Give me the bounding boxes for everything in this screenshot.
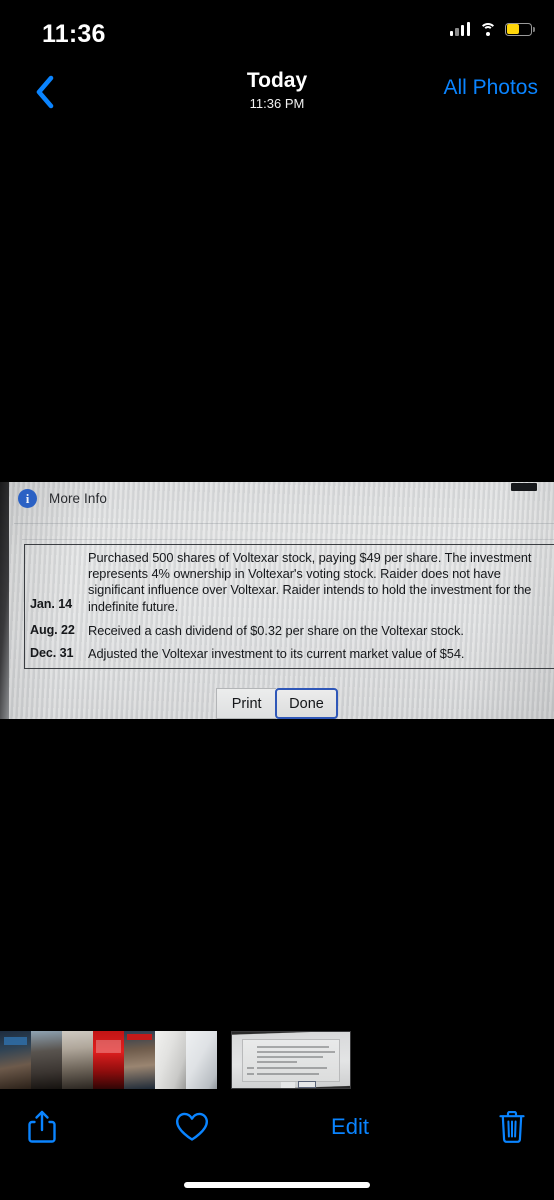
favorite-button[interactable] (164, 1096, 220, 1158)
thumbnail-document-selected[interactable] (231, 1031, 351, 1089)
delete-button[interactable] (484, 1096, 540, 1158)
photo-canvas[interactable]: i More Info Jan. 14 Purchased 500 shares… (0, 125, 554, 1025)
home-indicator[interactable] (184, 1182, 370, 1188)
thumbnail-person-c[interactable] (62, 1031, 93, 1089)
transaction-description: Adjusted the Voltexar investment to its … (88, 646, 465, 662)
table-row: Jan. 14 Purchased 500 shares of Voltexar… (25, 548, 554, 616)
more-info-label: More Info (49, 491, 107, 506)
document-dialog: i More Info Jan. 14 Purchased 500 shares… (0, 482, 554, 719)
status-bar-indicators (449, 22, 536, 36)
transaction-description: Received a cash dividend of $0.32 per sh… (88, 623, 464, 638)
transactions-table: Jan. 14 Purchased 500 shares of Voltexar… (24, 544, 554, 670)
info-circle-icon: i (18, 489, 37, 508)
table-row: Aug. 22 Received a cash dividend of $0.3… (25, 623, 554, 639)
transaction-description: Purchased 500 shares of Voltexar stock, … (88, 550, 532, 614)
navigation-bar: Today 11:36 PM All Photos (0, 58, 554, 125)
print-button[interactable]: Print (216, 688, 277, 719)
more-info-row[interactable]: i More Info (18, 489, 107, 508)
transaction-date: Aug. 22 (30, 623, 75, 637)
edit-button[interactable]: Edit (300, 1096, 400, 1158)
thumbnail-person-d[interactable] (93, 1031, 124, 1089)
photo-screen-marker (511, 483, 537, 491)
thumbnail-document-b[interactable] (186, 1031, 217, 1089)
thumbnail-person-e[interactable] (124, 1031, 155, 1089)
thumbnail-strip[interactable] (0, 1031, 554, 1089)
table-row: Dec. 31 Adjusted the Voltexar investment… (25, 646, 554, 662)
share-button[interactable] (14, 1096, 70, 1158)
divider-lower (22, 539, 554, 540)
photo-image[interactable]: i More Info Jan. 14 Purchased 500 shares… (0, 482, 554, 719)
transaction-date: Jan. 14 (30, 597, 73, 611)
cellular-bars-icon (449, 22, 470, 36)
done-button[interactable]: Done (275, 688, 338, 719)
dialog-button-bar: Print Done (0, 688, 554, 719)
all-photos-button[interactable]: All Photos (443, 76, 538, 100)
photo-viewer-screen: 11:36 Today 11:36 PM All Photos i More I… (0, 0, 554, 1200)
thumbnail-person-b[interactable] (31, 1031, 62, 1089)
transaction-date: Dec. 31 (30, 646, 74, 661)
bottom-toolbar: Edit (0, 1096, 554, 1158)
heart-icon (176, 1112, 208, 1141)
status-bar-time: 11:36 (42, 20, 106, 48)
thumbnail-person-a[interactable] (0, 1031, 31, 1089)
photo-screen-bezel (0, 482, 9, 719)
wifi-icon (479, 22, 496, 36)
trash-icon (499, 1111, 525, 1143)
share-icon (28, 1110, 56, 1143)
battery-icon (505, 22, 536, 36)
divider-upper (14, 523, 554, 524)
status-bar: 11:36 (0, 0, 554, 58)
thumbnail-document-a[interactable] (155, 1031, 186, 1089)
